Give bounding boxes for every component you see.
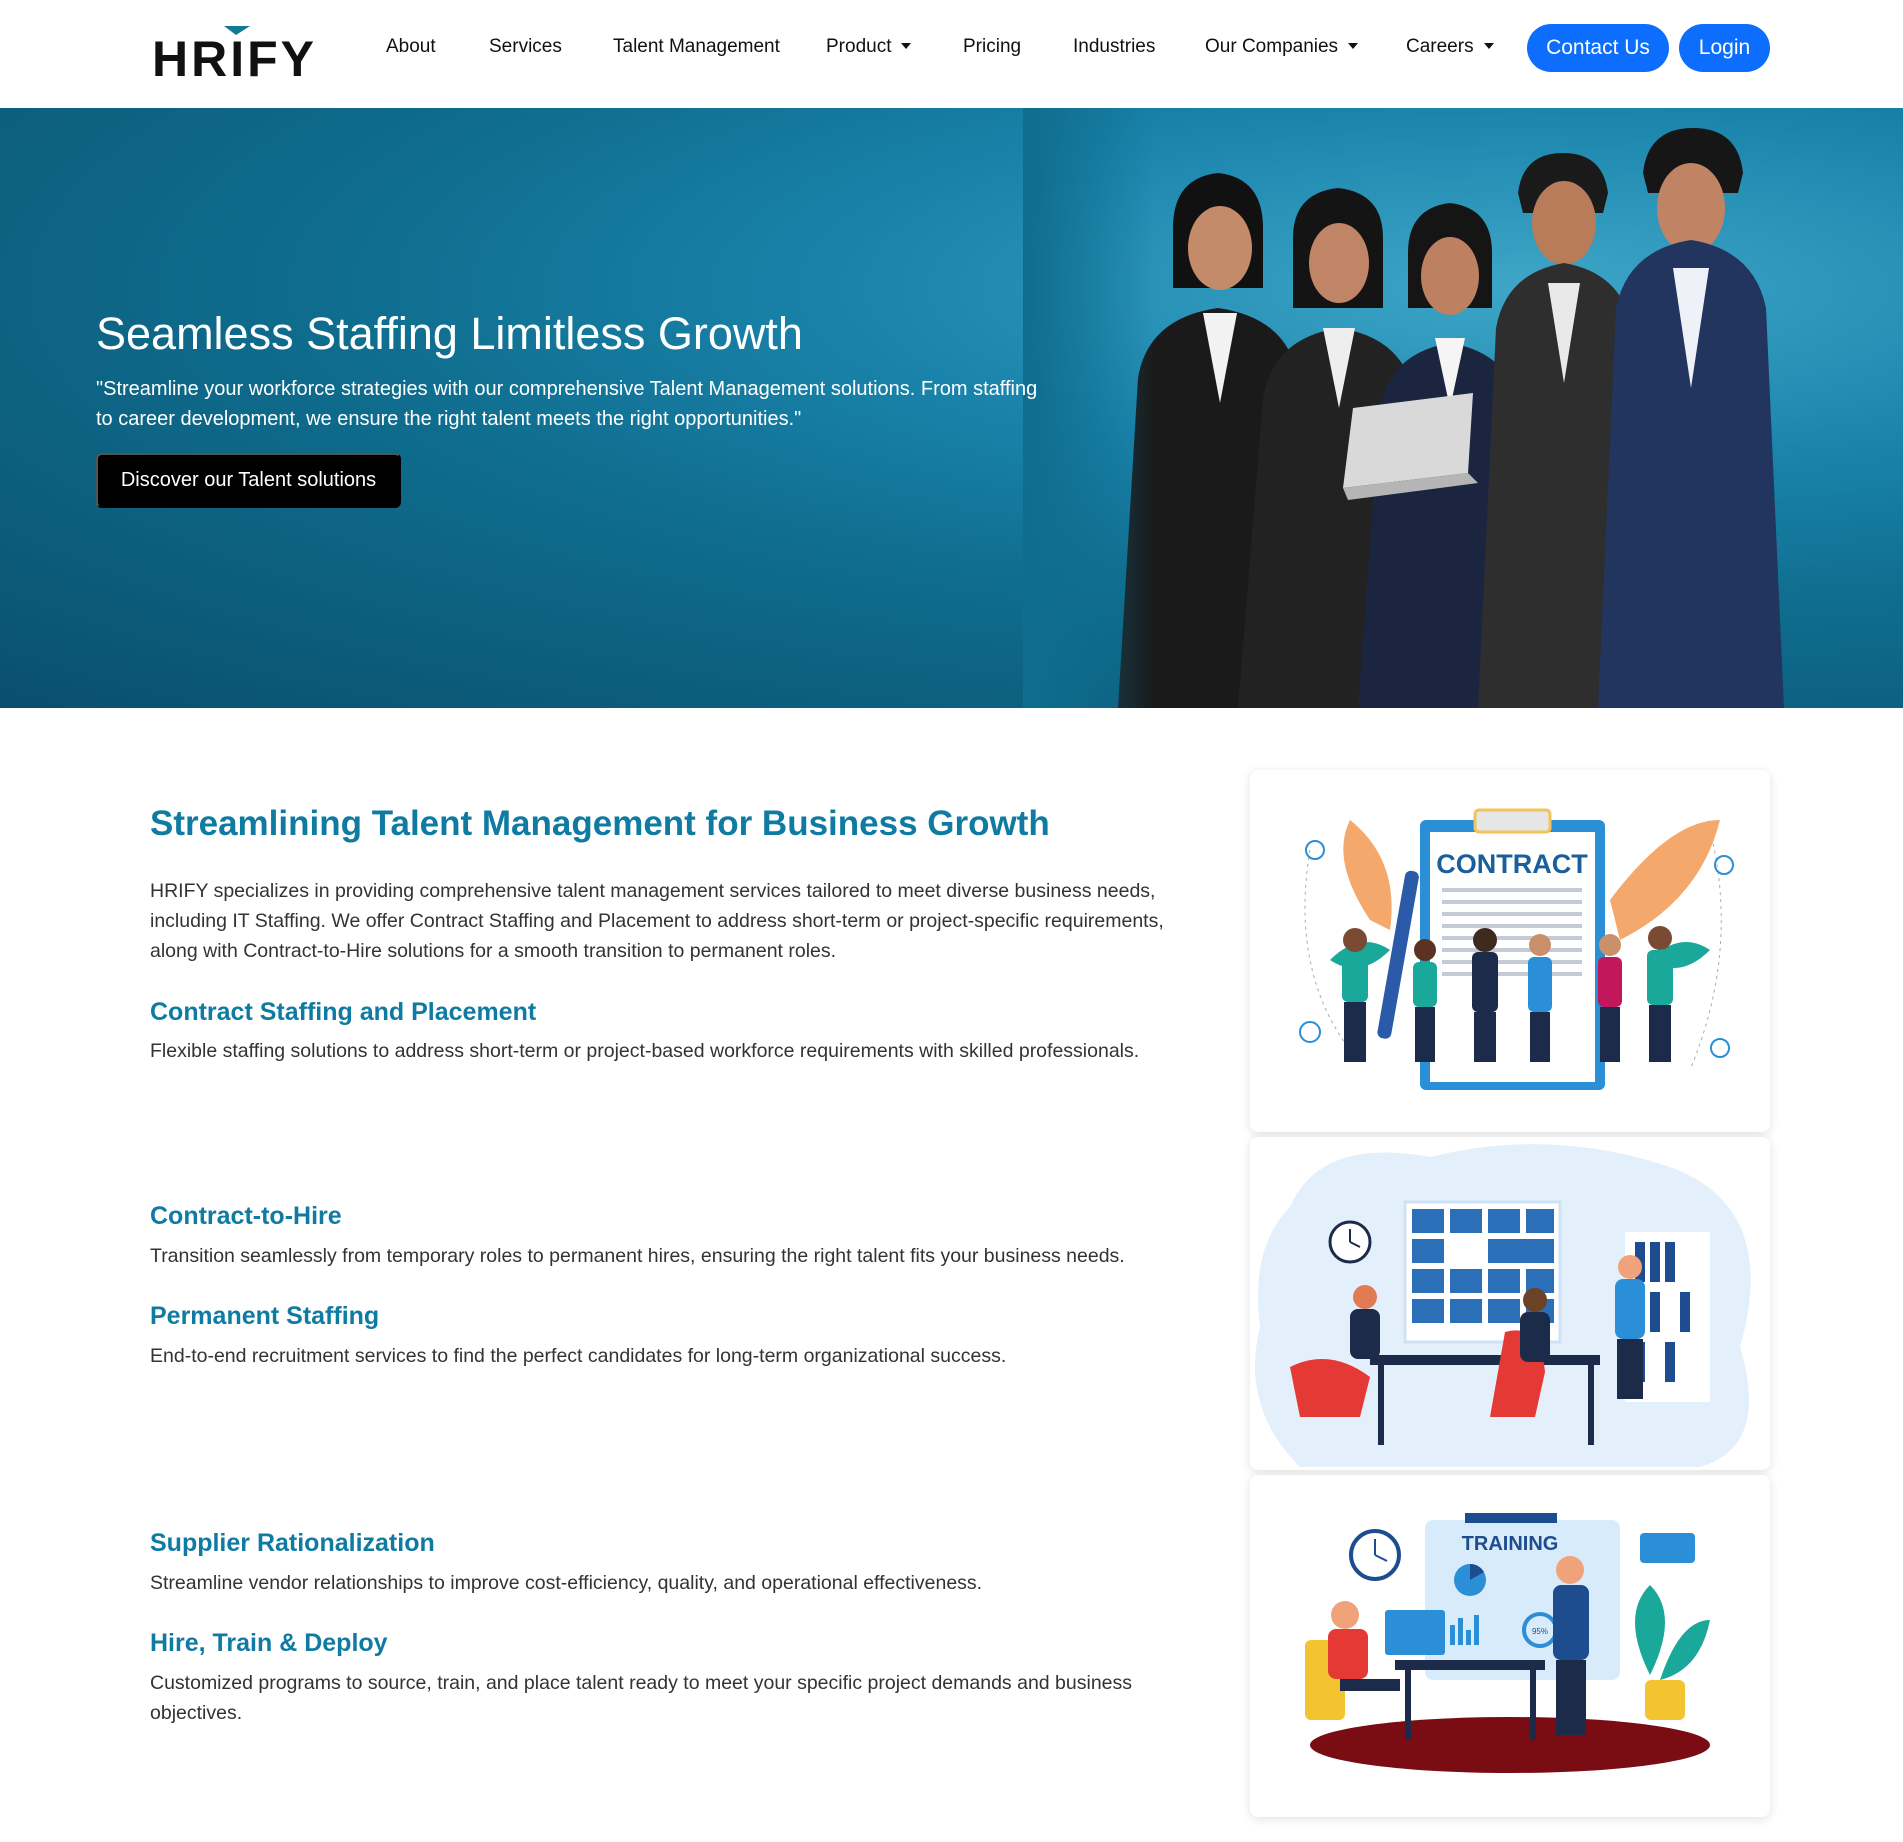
service-desc-contract-to-hire: Transition seamlessly from temporary rol… (150, 1245, 1125, 1267)
nav-our-companies-label: Our Companies (1205, 36, 1339, 57)
nav-services[interactable]: Services (489, 36, 562, 58)
hero-description: "Streamline your workforce strategies wi… (96, 378, 1038, 430)
nav-pricing[interactable]: Pricing (963, 36, 1021, 58)
nav-our-companies[interactable]: Our Companies (1205, 36, 1359, 58)
hero-title: Seamless Staffing Limitless Growth (96, 308, 803, 359)
database-icon (1305, 840, 1325, 860)
contact-us-button[interactable]: Contact Us (1527, 24, 1669, 72)
training-illustration: TRAINING 95% (1305, 1513, 1710, 1773)
intro-text: HRIFY specializes in providing comprehen… (150, 880, 1164, 962)
login-button[interactable]: Login (1679, 24, 1770, 72)
hero-banner: Seamless Staffing Limitless Growth "Stre… (0, 108, 1903, 708)
contract-illustration-card: CONTRACT (1250, 770, 1770, 1132)
logo-text: HRIFY (152, 31, 317, 84)
nav-about[interactable]: About (386, 36, 436, 58)
check-icon (1714, 855, 1734, 875)
service-title-contract-to-hire: Contract-to-Hire (150, 1202, 342, 1230)
service-title-supplier-rationalization: Supplier Rationalization (150, 1529, 435, 1557)
chevron-down-icon (1348, 43, 1359, 49)
contract-label: CONTRACT (1436, 849, 1588, 879)
navbar: HRIFY About Services Talent Management P… (0, 0, 1903, 108)
service-title-contract-staffing: Contract Staffing and Placement (150, 998, 537, 1026)
hrify-logo-icon: HRIFY (152, 26, 317, 87)
nav-talent-management[interactable]: Talent Management (613, 36, 780, 58)
team-photo (1023, 108, 1903, 708)
chevron-down-icon (901, 43, 912, 49)
service-desc-contract-staffing: Flexible staffing solutions to address s… (150, 1040, 1140, 1062)
nav-careers-label: Careers (1406, 36, 1474, 57)
service-title-permanent-staffing: Permanent Staffing (150, 1302, 380, 1330)
pie-chart-icon (1710, 1038, 1730, 1058)
service-desc-permanent-staffing: End-to-end recruitment services to find … (150, 1345, 1007, 1367)
meeting-illustration (1255, 1144, 1751, 1467)
service-desc-supplier-rationalization: Streamline vendor relationships to impro… (150, 1572, 983, 1594)
nav-product[interactable]: Product (826, 36, 912, 58)
nav-industries[interactable]: Industries (1073, 36, 1155, 58)
nav-careers[interactable]: Careers (1406, 36, 1494, 58)
chevron-down-icon (1483, 43, 1494, 49)
training-label: TRAINING (1462, 1533, 1559, 1555)
service-desc-hire-train-deploy: Customized programs to source, train, an… (150, 1672, 1133, 1724)
bar-chart-icon (1640, 1533, 1695, 1563)
section-title: Streamlining Talent Management for Busin… (150, 804, 1050, 843)
monitor-icon (1385, 1610, 1445, 1655)
training-percent: 95% (1532, 1627, 1548, 1636)
contract-illustration: CONTRACT (1299, 808, 1734, 1090)
service-title-hire-train-deploy: Hire, Train & Deploy (150, 1629, 388, 1657)
hrify-logo[interactable]: HRIFY (150, 22, 330, 87)
training-illustration-card: TRAINING 95% (1250, 1475, 1770, 1817)
nav-product-label: Product (826, 36, 892, 57)
globe-icon (1299, 1021, 1321, 1043)
discover-talent-button[interactable]: Discover our Talent solutions (96, 453, 401, 508)
meeting-illustration-card (1250, 1137, 1770, 1470)
